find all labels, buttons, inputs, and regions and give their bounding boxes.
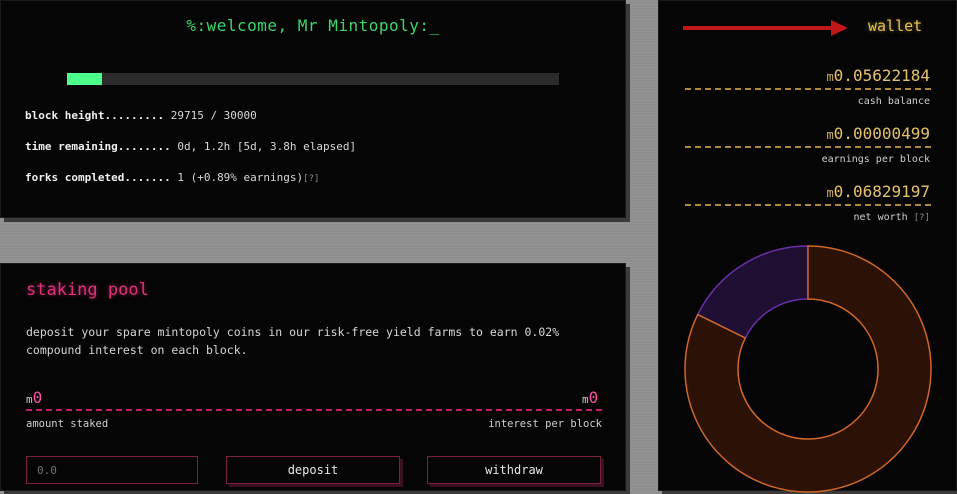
staked-currency-prefix: m — [26, 393, 33, 406]
earnings-divider — [685, 146, 931, 148]
stake-amount-input[interactable] — [26, 456, 198, 484]
earnings-amount: m0.00000499 — [826, 124, 930, 143]
block-height-label: block height......... — [25, 109, 165, 122]
time-remaining-label: time remaining........ — [25, 140, 171, 153]
block-progress-fill — [67, 73, 102, 85]
net-worth-label: net worth — [853, 212, 908, 223]
net-worth-help-link[interactable]: [?] — [914, 213, 930, 223]
networth-currency-prefix: m — [826, 186, 834, 200]
time-remaining-value: 0d, 1.2h [5d, 3.8h elapsed] — [177, 140, 357, 153]
arrow-right-icon — [683, 20, 848, 36]
net-worth-amount: m0.06829197 — [826, 182, 930, 201]
staking-pool-title: staking pool — [26, 280, 149, 300]
block-height-row: block height......... 29715 / 30000 — [25, 109, 257, 122]
interest-per-block-value: 0 — [588, 388, 599, 407]
amount-staked-value: 0 — [32, 388, 43, 407]
wallet-title: wallet — [868, 17, 923, 35]
earnings-currency-prefix: m — [826, 128, 834, 142]
interest-display: m0 — [582, 388, 598, 407]
forks-completed-row: forks completed....... 1 (+0.89% earning… — [25, 171, 319, 184]
cash-currency-prefix: m — [826, 70, 834, 84]
block-progress-bar — [67, 73, 559, 85]
cash-balance-label: cash balance — [857, 96, 930, 107]
staking-description: deposit your spare mintopoly coins in ou… — [26, 325, 560, 357]
forks-completed-value: 1 (+0.89% earnings) — [177, 171, 304, 184]
block-height-value: 29715 / 30000 — [170, 109, 257, 122]
forks-help-link[interactable]: [?] — [303, 174, 319, 184]
forks-completed-label: forks completed....... — [25, 171, 171, 184]
amount-staked-display: m0 — [26, 388, 42, 407]
interest-per-block-label: interest per block — [488, 418, 602, 430]
welcome-greeting: %:welcome, Mr Mintopoly:_ — [186, 16, 440, 35]
time-remaining-row: time remaining........ 0d, 1.2h [5d, 3.8… — [25, 140, 356, 153]
deposit-button[interactable]: deposit — [226, 456, 400, 484]
staking-divider — [26, 409, 602, 411]
net-worth-divider — [685, 204, 931, 206]
net-worth-value: 0.06829197 — [833, 182, 930, 201]
net-worth-row: net worth [?] — [854, 212, 930, 223]
cash-balance-value: 0.05622184 — [833, 66, 930, 85]
withdraw-button[interactable]: withdraw — [427, 456, 601, 484]
wallet-donut-chart — [684, 245, 932, 493]
amount-staked-label: amount staked — [26, 418, 109, 430]
earnings-label: earnings per block — [821, 154, 930, 165]
cash-balance-amount: m0.05622184 — [826, 66, 930, 85]
earnings-value: 0.00000499 — [833, 124, 930, 143]
cash-divider — [685, 88, 931, 90]
interest-currency-prefix: m — [582, 393, 589, 406]
